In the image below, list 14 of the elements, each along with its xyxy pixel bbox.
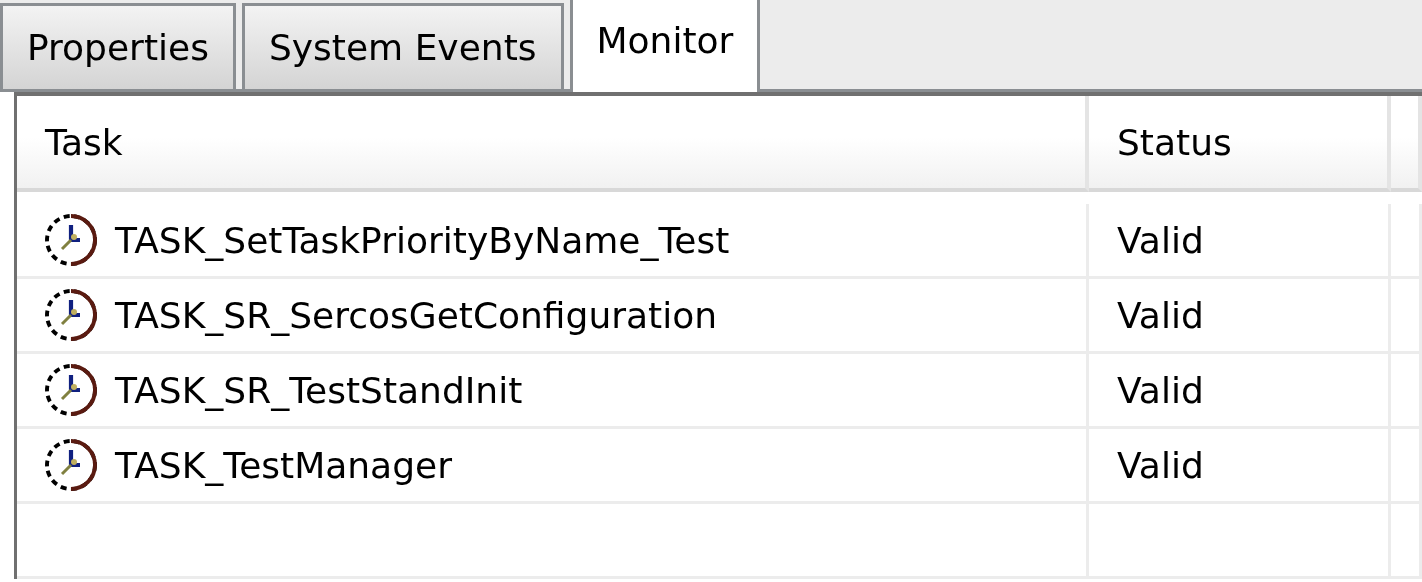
task-name: TASK_SR_TestStandInit bbox=[115, 369, 523, 411]
tab[interactable]: Monitor bbox=[569, 0, 761, 92]
task-name: TASK_TestManager bbox=[115, 444, 452, 486]
status-text: Valid bbox=[1117, 294, 1204, 336]
tab[interactable]: System Events bbox=[241, 3, 564, 89]
column-header[interactable]: Task bbox=[17, 96, 1089, 192]
status-text: Valid bbox=[1117, 444, 1204, 486]
status-text: Valid bbox=[1117, 369, 1204, 411]
status-text: Valid bbox=[1117, 219, 1204, 261]
tab[interactable]: Properties bbox=[0, 3, 236, 89]
task-name: TASK_SR_SercosGetConfiguration bbox=[115, 294, 718, 336]
column-header[interactable] bbox=[1391, 96, 1422, 192]
column-header[interactable]: Status bbox=[1089, 96, 1391, 192]
task-name: TASK_SetTaskPriorityByName_Test bbox=[115, 219, 730, 261]
